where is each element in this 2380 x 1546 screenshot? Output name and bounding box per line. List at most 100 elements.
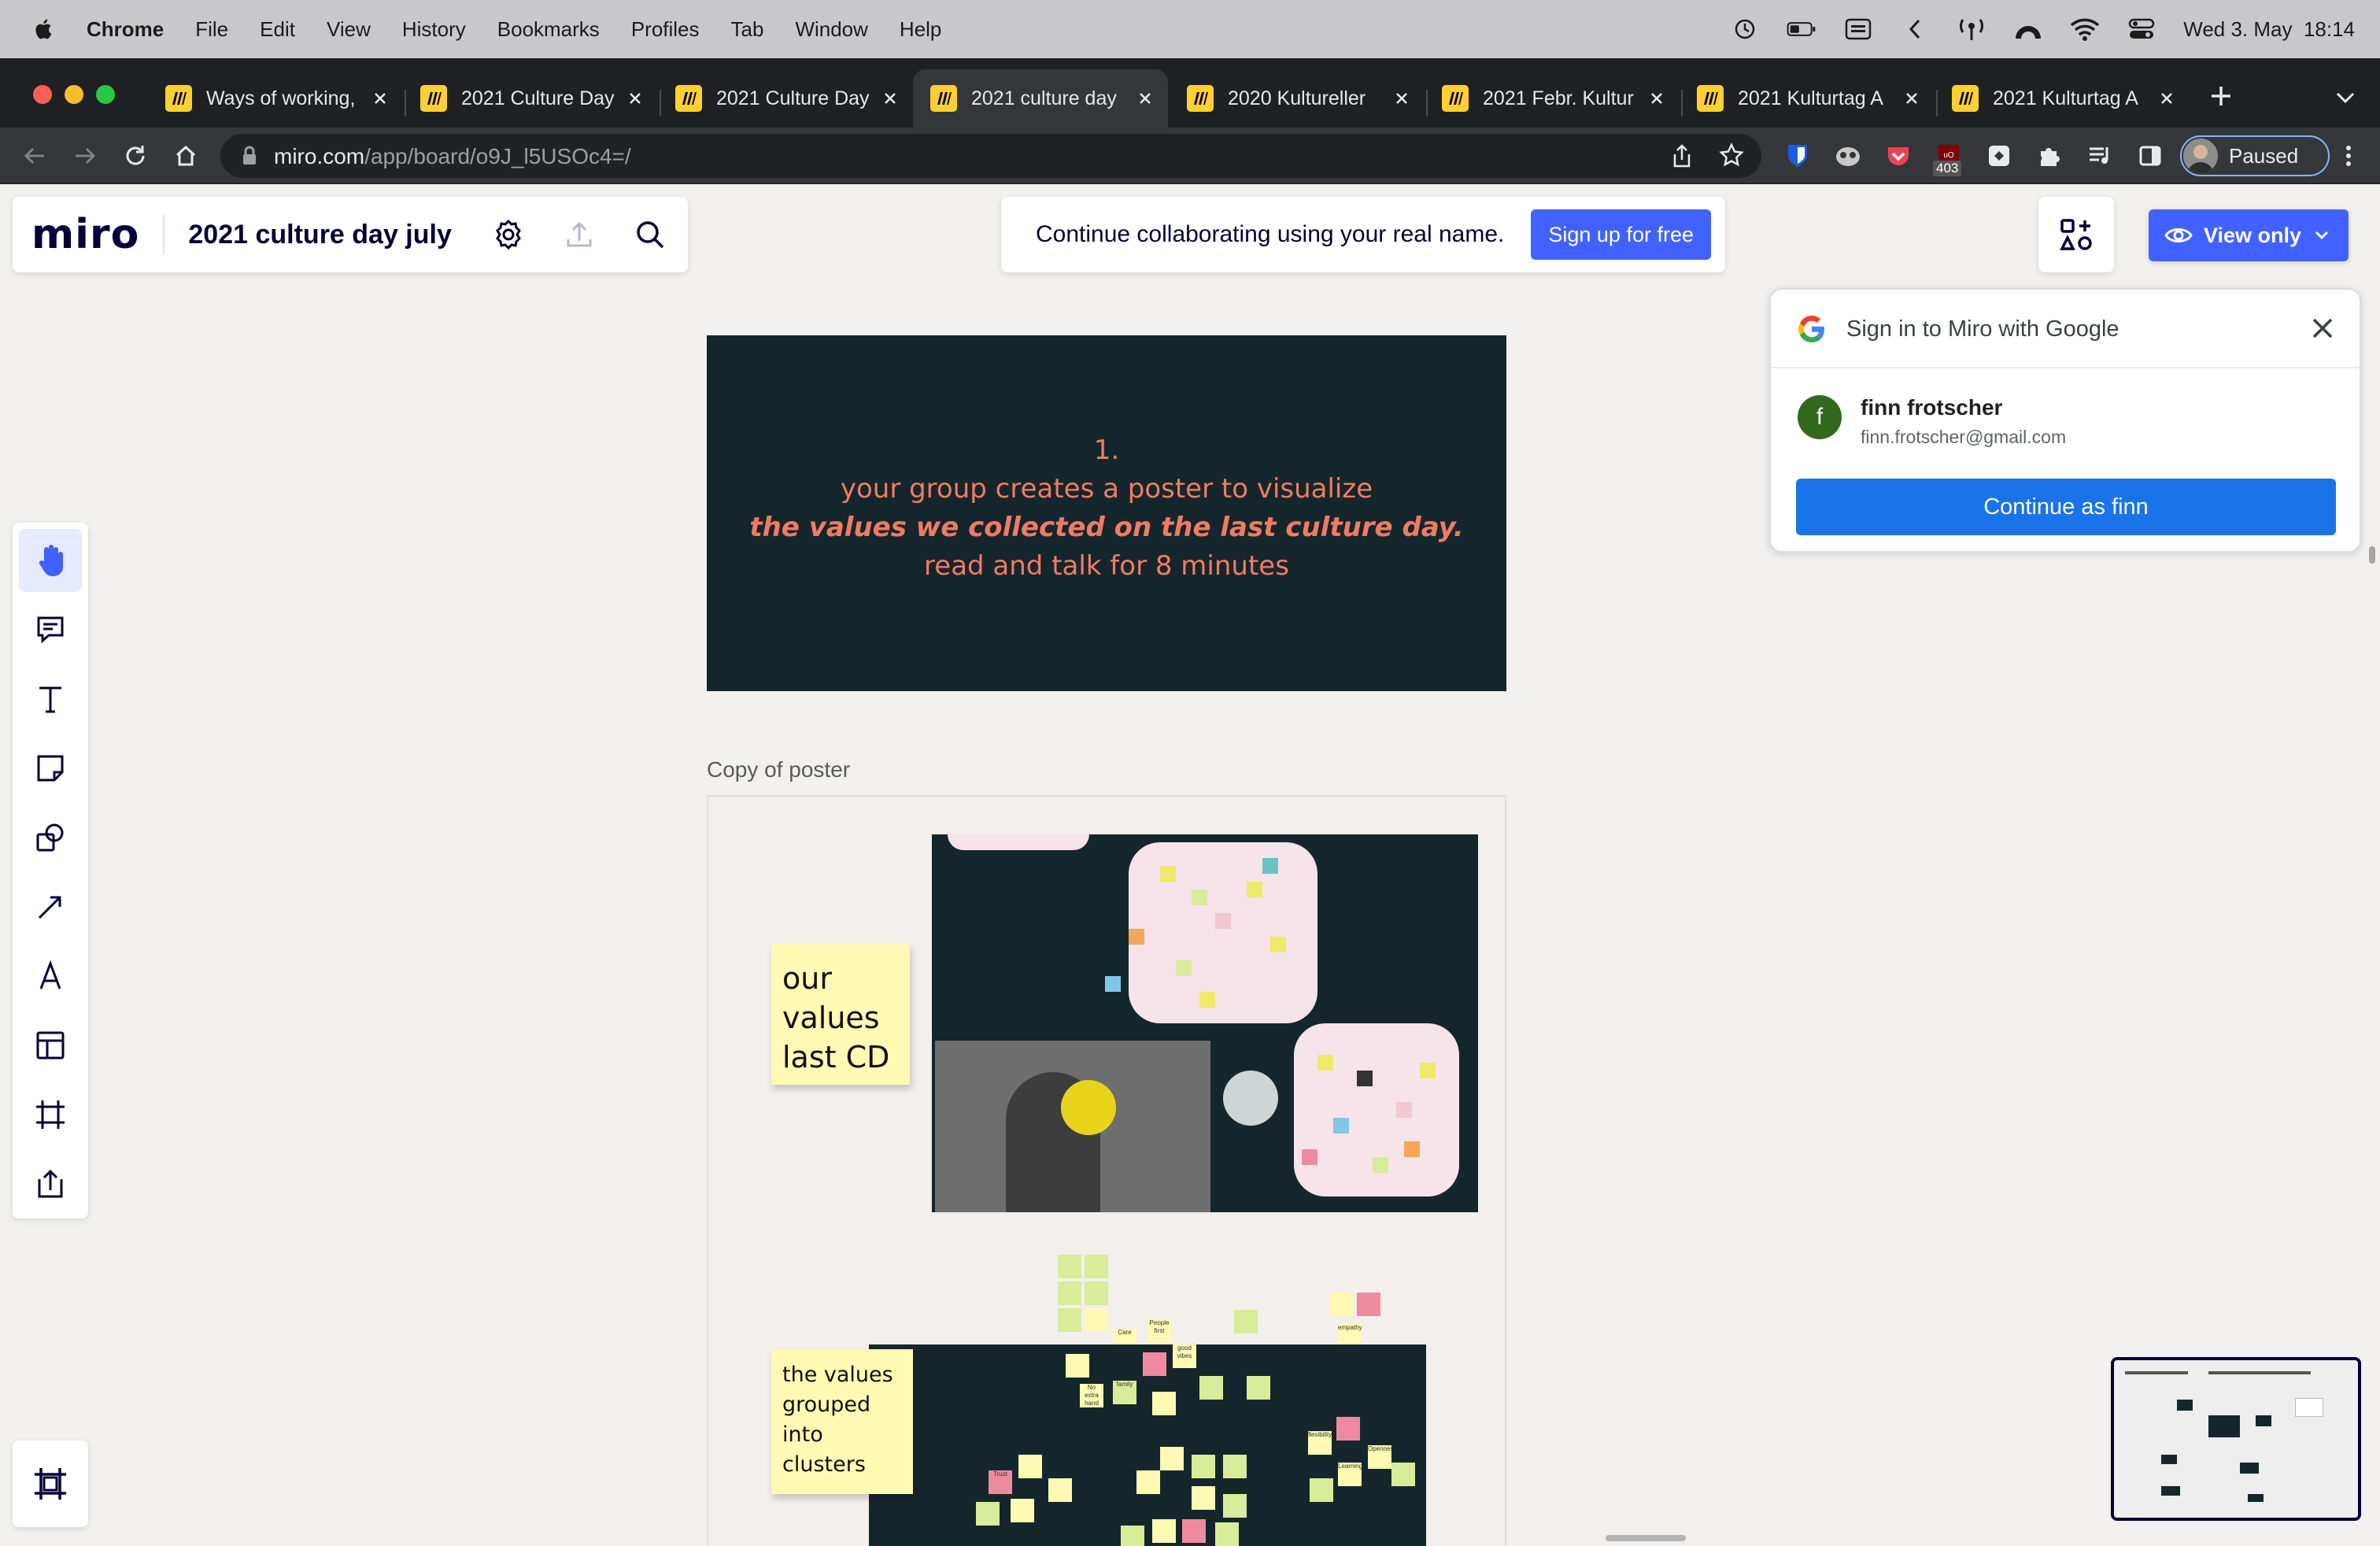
sticky-note: [1121, 1526, 1144, 1546]
menu-history[interactable]: History: [402, 17, 466, 42]
close-tab-icon[interactable]: [1645, 87, 1669, 110]
horizontal-scrollbar[interactable]: [1606, 1535, 1686, 1541]
media-controls-icon[interactable]: [2084, 140, 2116, 172]
menu-clock[interactable]: Wed 3. May 18:14: [2183, 17, 2355, 42]
pocket-icon[interactable]: [1883, 140, 1914, 172]
menu-bookmarks[interactable]: Bookmarks: [497, 17, 600, 42]
battery-icon[interactable]: [1787, 16, 1816, 43]
share-icon[interactable]: [1670, 143, 1694, 172]
forward-arrow-icon[interactable]: [71, 142, 99, 170]
miro-favicon-icon: [1442, 85, 1469, 112]
minimize-window-button[interactable]: [65, 85, 83, 104]
menu-file[interactable]: File: [195, 17, 228, 42]
menu-tab[interactable]: Tab: [731, 17, 764, 42]
minimap-block: [2295, 1398, 2323, 1417]
close-tab-icon[interactable]: [623, 87, 647, 110]
menu-view[interactable]: View: [327, 17, 371, 42]
bookmark-star-icon[interactable]: [1719, 142, 1744, 172]
tab-3[interactable]: 2021 Culture Day: [658, 69, 911, 128]
close-tab-icon[interactable]: [1390, 87, 1414, 110]
chevron-left-icon[interactable]: [1900, 16, 1930, 43]
antenna-icon[interactable]: [1957, 16, 1986, 43]
sticky-note: [1136, 1470, 1160, 1494]
close-window-button[interactable]: [33, 85, 52, 104]
view-only-dropdown[interactable]: View only: [2149, 209, 2349, 261]
extension-box-icon[interactable]: [1983, 140, 2015, 172]
time-machine-icon[interactable]: [1730, 16, 1760, 43]
templates-tool-icon[interactable]: [19, 1014, 82, 1077]
google-signin-popup: Sign in to Miro with Google f finn frots…: [1769, 288, 2361, 553]
account-name: finn frotscher: [1861, 395, 2003, 420]
clustered-values-image[interactable]: good vibes No extra hand family Trust fl…: [869, 1344, 1426, 1546]
comment-tool-icon[interactable]: [19, 598, 82, 661]
tab-2[interactable]: 2021 Culture Day: [403, 69, 656, 128]
control-center-icon[interactable]: [2127, 16, 2156, 43]
miro-board-canvas[interactable]: 1. your group creates a poster to visual…: [0, 186, 2380, 1546]
connection-line-tool-icon[interactable]: [19, 875, 82, 938]
close-tab-icon[interactable]: [2155, 87, 2179, 110]
new-tab-icon[interactable]: [2207, 82, 2235, 110]
frames-panel-button[interactable]: [13, 1441, 88, 1527]
instruction-card[interactable]: 1. your group creates a poster to visual…: [707, 335, 1506, 691]
frame-title[interactable]: Copy of poster: [707, 757, 850, 782]
miro-logo[interactable]: miro: [31, 211, 139, 258]
back-arrow-icon[interactable]: [20, 142, 49, 170]
menu-app-name[interactable]: Chrome: [87, 17, 164, 42]
sticky-note-values-grouped[interactable]: the values grouped into clusters: [771, 1349, 913, 1494]
menu-profiles[interactable]: Profiles: [631, 17, 700, 42]
menu-window[interactable]: Window: [795, 17, 867, 42]
url-text[interactable]: miro.com/app/board/o9J_l5USOc4=/: [274, 144, 631, 169]
lock-icon[interactable]: [241, 146, 258, 170]
tab-4-active[interactable]: 2021 culture day: [913, 69, 1168, 128]
continue-as-button[interactable]: Continue as finn: [1796, 479, 2336, 535]
sticky-note: [1085, 1255, 1108, 1278]
keyboard-input-icon[interactable]: [1843, 16, 1873, 43]
eye-icon: [2164, 225, 2193, 246]
export-upload-icon[interactable]: [556, 211, 603, 258]
sticky-note-tool-icon[interactable]: [19, 737, 82, 800]
wifi-icon[interactable]: [2070, 16, 2100, 43]
menu-edit[interactable]: Edit: [260, 17, 295, 42]
settings-gear-icon[interactable]: [485, 211, 532, 258]
board-name[interactable]: 2021 culture day july: [188, 220, 452, 250]
more-vertical-icon[interactable]: [2333, 140, 2364, 172]
board-minimap[interactable]: [2111, 1357, 2361, 1521]
shapes-tool-icon[interactable]: [19, 806, 82, 869]
reload-icon[interactable]: [121, 142, 150, 170]
frame-tool-icon[interactable]: [19, 1083, 82, 1146]
address-bar[interactable]: miro.com/app/board/o9J_l5USOc4=/: [220, 134, 1761, 178]
zoom-window-button[interactable]: [96, 85, 115, 104]
tab-search-chevron-down-icon[interactable]: [2333, 85, 2358, 110]
close-icon[interactable]: [2309, 315, 2336, 346]
sign-up-button[interactable]: Sign up for free: [1531, 209, 1711, 260]
hand-tool-icon[interactable]: [19, 529, 82, 592]
sticky-note-our-values[interactable]: our values last CD: [771, 943, 910, 1085]
pen-tool-icon[interactable]: [19, 945, 82, 1008]
tab-5[interactable]: 2020 Kultureller: [1170, 69, 1423, 128]
search-icon[interactable]: [626, 211, 674, 258]
miro-favicon-icon: [1697, 85, 1724, 112]
close-tab-icon[interactable]: [368, 87, 392, 110]
tab-6[interactable]: 2021 Febr. Kultur: [1425, 69, 1678, 128]
profile-paused-button[interactable]: Paused: [2180, 135, 2330, 176]
menu-help[interactable]: Help: [900, 17, 941, 42]
close-tab-icon[interactable]: [1900, 87, 1924, 110]
poster-screenshot-image[interactable]: [932, 834, 1478, 1212]
privacy-badger-icon[interactable]: [1832, 140, 1864, 172]
arc-icon[interactable]: [2013, 16, 2043, 43]
tab-8[interactable]: 2021 Kulturtag A: [1935, 69, 2188, 128]
upload-tool-icon[interactable]: [19, 1152, 82, 1215]
home-icon[interactable]: [172, 142, 200, 170]
extensions-puzzle-icon[interactable]: [2034, 140, 2065, 172]
tab-7[interactable]: 2021 Kulturtag A: [1680, 69, 1933, 128]
bitwarden-shield-icon[interactable]: [1782, 140, 1813, 172]
apple-icon[interactable]: [31, 17, 57, 42]
tab-title: 2021 culture day: [971, 87, 1117, 109]
text-tool-icon[interactable]: [19, 668, 82, 730]
tab-1[interactable]: Ways of working,: [148, 69, 401, 128]
vertical-scrollbar[interactable]: [2369, 546, 2375, 564]
close-tab-icon[interactable]: [878, 87, 902, 110]
apps-button[interactable]: [2038, 197, 2114, 272]
side-panel-icon[interactable]: [2134, 140, 2166, 172]
close-tab-icon[interactable]: [1133, 87, 1157, 110]
